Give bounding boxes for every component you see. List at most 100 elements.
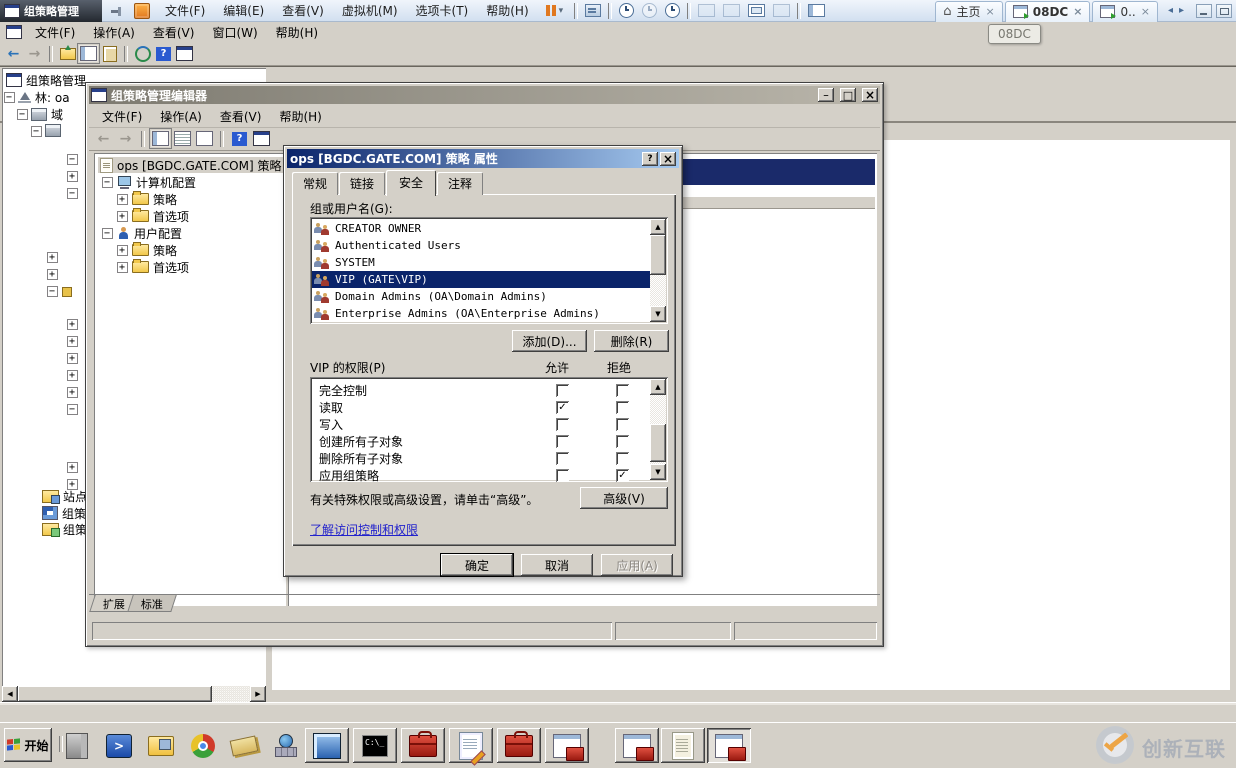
tab-security[interactable]: 安全 [386,170,437,196]
tab-links[interactable]: 链接 [339,172,386,195]
scroll-right-icon[interactable]: ▶ [250,686,266,702]
new-window-icon[interactable] [175,45,194,62]
tab-scroll-left-icon[interactable]: ◂ [1168,5,1173,16]
advanced-button[interactable]: 高级(V) [580,487,668,509]
list-view-icon[interactable] [173,130,192,147]
help-icon[interactable]: ? [154,45,173,62]
permissions-scrollbar[interactable]: ▲ ▼ [650,379,666,480]
deny-checkbox[interactable] [616,384,629,397]
expander[interactable] [67,336,78,347]
remove-button[interactable]: 删除(R) [594,330,669,352]
tab-08dc[interactable]: 08DC × [1004,0,1091,22]
taskbar-button-console2[interactable] [615,728,659,763]
expander[interactable] [67,404,78,415]
gpme-menu-file[interactable]: 文件(F) [93,106,151,126]
fullscreen-icon[interactable] [748,4,766,17]
pause-button[interactable]: ▾ [545,5,563,16]
vm-menu-tabs[interactable]: 选项卡(T) [407,0,478,22]
taskbar-button-scroll[interactable] [661,728,705,763]
quicklaunch-book[interactable] [229,731,259,761]
scroll-left-icon[interactable]: ◀ [2,686,18,702]
quicklaunch-chrome[interactable] [188,731,218,761]
tab-standard[interactable]: 标准 [127,595,177,612]
scrollbar-thumb[interactable] [650,424,666,462]
allow-checkbox[interactable] [556,435,569,448]
close-icon[interactable]: × [986,5,995,18]
clipboard-icon[interactable] [100,45,119,62]
start-button[interactable]: 开始 [4,728,52,762]
tree-item-gp-modeling[interactable]: 组策 [42,505,86,521]
expander-computer-pref[interactable] [117,211,128,222]
add-button[interactable]: 添加(D)... [512,330,587,352]
expander[interactable] [67,171,78,182]
taskbar-button-notepad[interactable] [449,728,493,763]
expander-forest[interactable] [4,92,15,103]
vm-menu-view[interactable]: 查看(V) [273,0,333,22]
expander-user-pref[interactable] [117,262,128,273]
toolbar-restore-icon[interactable] [1216,3,1232,18]
quicklaunch-server-manager[interactable] [62,731,92,761]
forward-icon[interactable]: → [25,45,44,62]
gpme-menu-view[interactable]: 查看(V) [211,106,271,126]
taskbar-button-admin-tools2[interactable] [497,728,541,763]
minimize-icon[interactable] [818,88,834,102]
library-sidebar-icon[interactable] [808,4,826,17]
show-console-tree-icon[interactable] [149,128,172,149]
cancel-button[interactable]: 取消 [521,554,593,576]
show-console-tree-icon[interactable] [77,43,100,64]
taskbar-button-panel[interactable] [305,728,349,763]
vm-menu-help[interactable]: 帮助(H) [477,0,537,22]
close-icon[interactable]: × [1141,5,1150,18]
allow-checkbox[interactable] [556,401,569,414]
gpmc-menu-window[interactable]: 窗口(W) [203,22,266,42]
snapshot-take-icon[interactable] [619,3,635,18]
ctrl-alt-del-icon[interactable] [585,4,602,17]
help-icon[interactable] [642,151,658,166]
tree-item-gpo-root[interactable]: ops [BGDC.GATE.COM] 策略 [98,157,284,173]
taskbar-button-cmd[interactable]: C:\_ [353,728,397,763]
vm-menu-vm[interactable]: 虚拟机(M) [333,0,407,22]
tab-scroll-right-icon[interactable]: ▸ [1179,5,1184,16]
tree-item-user-policy[interactable]: 策略 [132,242,177,258]
expander[interactable] [47,252,58,263]
expander[interactable] [67,462,78,473]
scroll-up-icon[interactable]: ▲ [650,219,666,235]
close-icon[interactable] [660,151,676,166]
list-item[interactable]: VIP (GATE\VIP) [312,271,650,288]
expander-user-config[interactable] [102,228,113,239]
deny-checkbox[interactable] [616,469,629,482]
expander[interactable] [67,188,78,199]
quicklaunch-explorer[interactable] [146,731,176,761]
dialog-titlebar[interactable]: ops [BGDC.GATE.COM] 策略 属性 [287,149,679,168]
scroll-up-icon[interactable]: ▲ [650,379,666,395]
tree-item-computer-config[interactable]: 计算机配置 [117,174,196,190]
deny-checkbox[interactable] [616,401,629,414]
gpmc-menu-view[interactable]: 查看(V) [144,22,204,42]
maximize-icon[interactable] [840,88,856,102]
tree-item-sites[interactable]: 站点 [42,488,87,504]
expander[interactable] [47,286,58,297]
tree-item-gpmc-root[interactable]: 组策略管理 [6,72,86,88]
refresh-icon[interactable] [133,45,152,62]
gpmc-menu-file[interactable]: 文件(F) [26,22,84,42]
list-item[interactable]: Authenticated Users [312,237,650,254]
new-window-icon[interactable] [252,130,271,147]
up-one-level-icon[interactable] [58,44,77,62]
gpmc-horizontal-scrollbar[interactable]: ◀ ▶ [2,686,266,702]
allow-checkbox[interactable] [556,418,569,431]
list-item[interactable]: Enterprise Admins (OA\Enterprise Admins) [312,305,650,322]
gpme-menu-help[interactable]: 帮助(H) [270,106,330,126]
tree-item-computer-pref[interactable]: 首选项 [132,208,189,224]
tab-scroll-arrows[interactable]: ◂ ▸ [1168,5,1184,16]
tab-home[interactable]: ⌂ 主页 × [935,0,1003,22]
expander-computer-config[interactable] [102,177,113,188]
learn-link[interactable]: 了解访问控制和权限 [310,521,418,538]
deny-checkbox[interactable] [616,435,629,448]
allow-checkbox[interactable] [556,469,569,482]
export-list-icon[interactable] [195,130,214,147]
expander[interactable] [67,154,78,165]
expander[interactable] [47,269,58,280]
taskbar-button-admin-tools[interactable] [401,728,445,763]
expander[interactable] [67,387,78,398]
tree-item-computer-policy[interactable]: 策略 [132,191,177,207]
